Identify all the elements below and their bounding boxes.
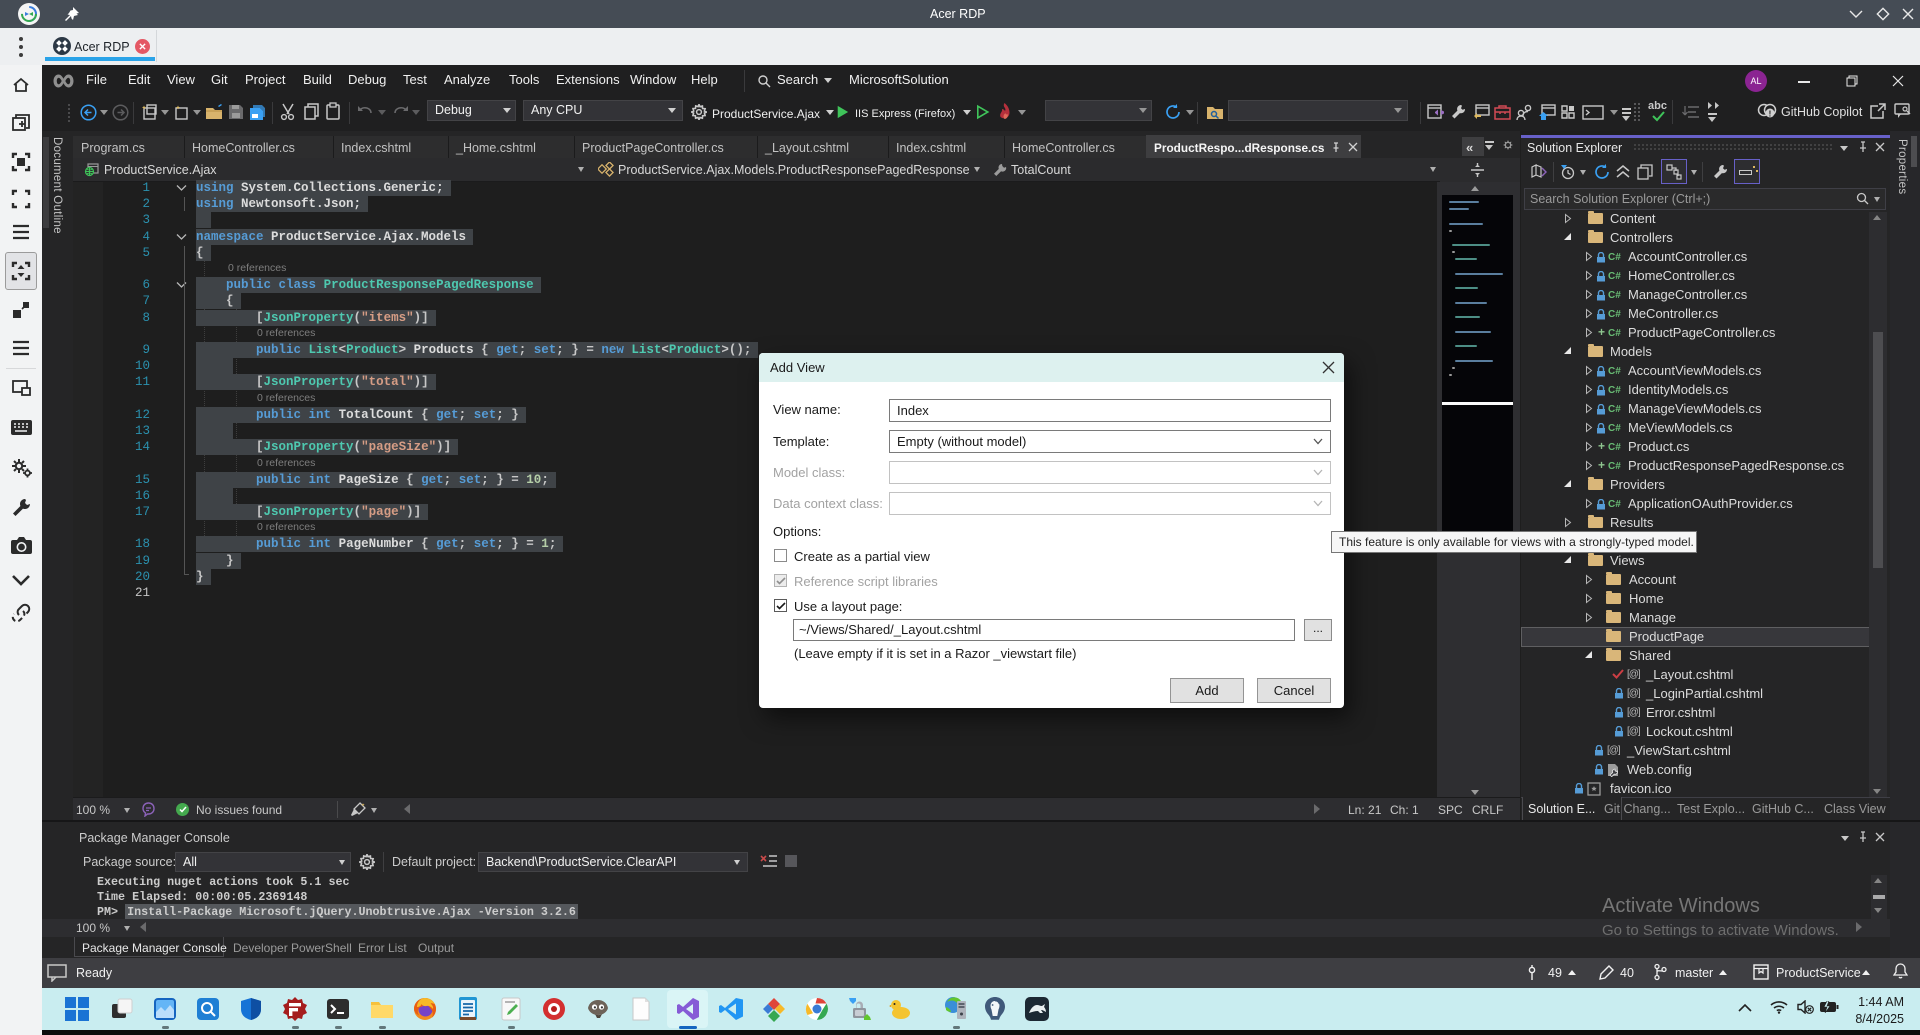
svg-text:!: ! — [1769, 110, 1772, 119]
